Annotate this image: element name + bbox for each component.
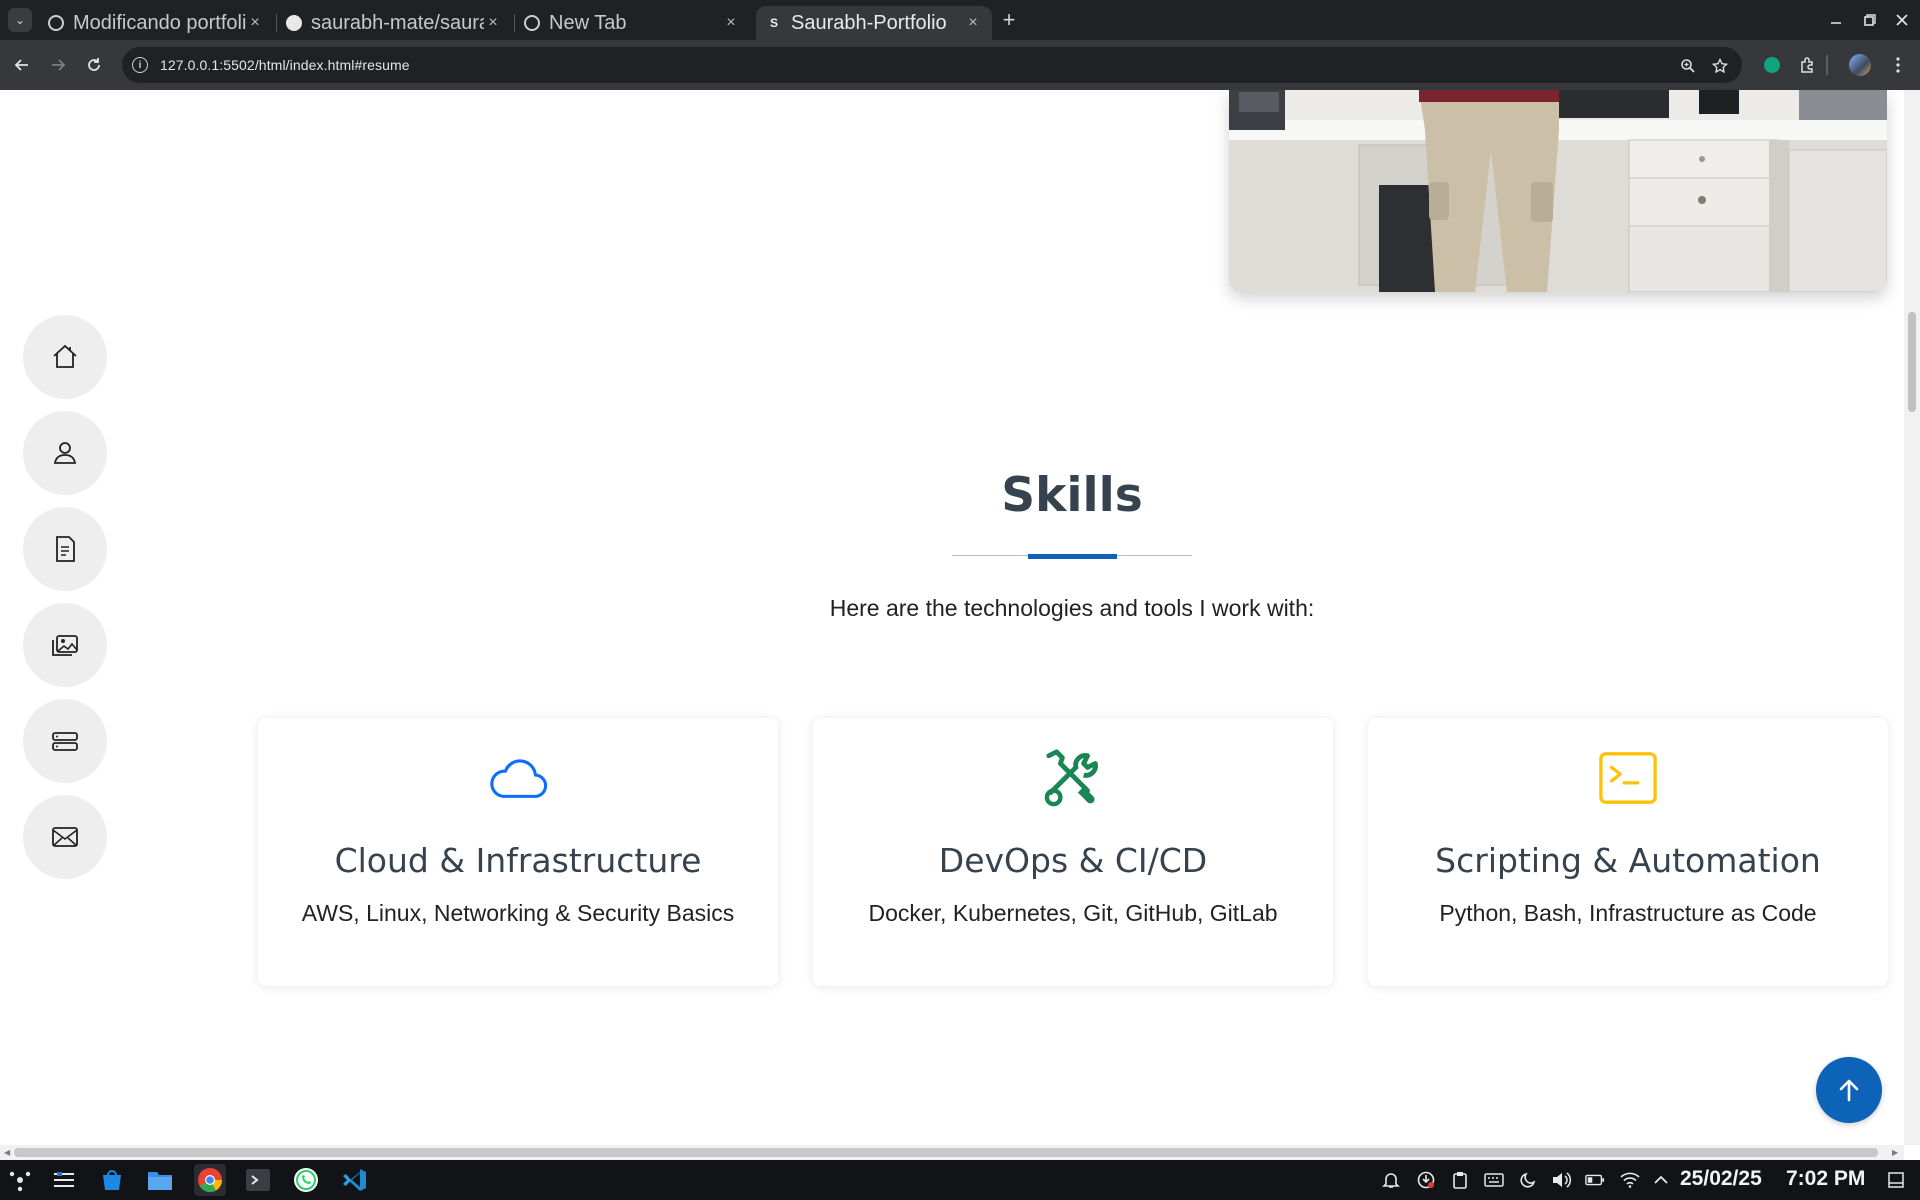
- close-window-icon[interactable]: [1888, 6, 1916, 34]
- taskbar-date[interactable]: 25/02/25: [1680, 1167, 1762, 1191]
- tab-close-icon[interactable]: ×: [722, 14, 740, 32]
- extension-gpt-icon[interactable]: [1760, 53, 1784, 77]
- file-manager-icon[interactable]: [144, 1164, 176, 1196]
- portfolio-favicon-icon: S: [769, 16, 778, 30]
- back-icon[interactable]: [10, 53, 34, 77]
- home-icon: [53, 344, 77, 368]
- tab-search-button[interactable]: ⌄: [8, 8, 32, 32]
- tab-favicon-icon: [48, 15, 64, 31]
- skill-description: Python, Bash, Infrastructure as Code: [1439, 900, 1817, 926]
- volume-icon[interactable]: [1551, 1170, 1571, 1190]
- battery-icon[interactable]: [1585, 1170, 1605, 1190]
- vscode-icon[interactable]: [338, 1164, 370, 1196]
- browser-toolbar: i 127.0.0.1:5502/html/index.html#resume: [0, 40, 1920, 90]
- side-nav-contact[interactable]: [23, 795, 107, 879]
- scroll-left-arrow-icon[interactable]: ◀: [4, 1148, 10, 1157]
- skill-card-devops: DevOps & CI/CD Docker, Kubernetes, Git, …: [813, 718, 1333, 986]
- tab-close-icon[interactable]: ×: [964, 14, 982, 32]
- minimize-icon[interactable]: [1822, 6, 1850, 34]
- side-nav-services[interactable]: [23, 699, 107, 783]
- wifi-icon[interactable]: [1620, 1170, 1640, 1190]
- skill-card-scripting: Scripting & Automation Python, Bash, Inf…: [1368, 718, 1888, 986]
- tab-close-icon[interactable]: ×: [484, 14, 502, 32]
- menu-kebab-icon[interactable]: [1886, 53, 1910, 77]
- toolbar-divider: [1826, 55, 1828, 75]
- skill-name: Scripting & Automation: [1435, 841, 1821, 880]
- tab-title: Saurabh-Portfolio: [791, 11, 947, 34]
- software-store-icon[interactable]: [96, 1164, 128, 1196]
- page-viewport: Skills Here are the technologies and too…: [0, 90, 1904, 1145]
- skills-subtitle: Here are the technologies and tools I wo…: [829, 595, 1315, 621]
- arrow-up-icon: [1839, 1079, 1859, 1102]
- horizontal-scrollbar[interactable]: ◀ ▶: [0, 1145, 1904, 1160]
- back-to-top-button[interactable]: [1816, 1057, 1882, 1123]
- skills-section-title: Skills: [1001, 468, 1143, 523]
- new-tab-button[interactable]: +: [996, 7, 1022, 33]
- server-icon: [52, 732, 78, 751]
- keyboard-icon[interactable]: [1484, 1170, 1504, 1190]
- tab-modificando[interactable]: Modificando portfolio ×: [38, 6, 274, 40]
- restore-icon[interactable]: [1856, 6, 1884, 34]
- updates-icon[interactable]: [1416, 1170, 1436, 1190]
- address-bar[interactable]: i 127.0.0.1:5502/html/index.html#resume: [122, 47, 1742, 83]
- horizontal-scrollbar-thumb[interactable]: [14, 1148, 1878, 1157]
- clipboard-icon[interactable]: [1450, 1170, 1470, 1190]
- skill-name: DevOps & CI/CD: [938, 841, 1208, 880]
- images-icon: [52, 635, 78, 656]
- tab-saurabh-portfolio[interactable]: S Saurabh-Portfolio ×: [756, 6, 992, 40]
- tab-close-icon[interactable]: ×: [246, 14, 264, 32]
- reload-icon[interactable]: [82, 53, 106, 77]
- cloud-icon: [488, 748, 548, 808]
- terminal-taskbar-icon[interactable]: [242, 1164, 274, 1196]
- person-icon: [53, 442, 77, 464]
- profile-avatar[interactable]: [1848, 53, 1872, 77]
- chrome-taskbar-icon[interactable]: [194, 1164, 226, 1196]
- profile-photo: [1229, 90, 1887, 292]
- tab-title: Modificando portfolio: [73, 11, 246, 34]
- forward-icon[interactable]: [46, 53, 70, 77]
- tools-icon: [1043, 748, 1103, 808]
- whatsapp-icon[interactable]: [290, 1164, 322, 1196]
- os-taskbar: 25/02/25 7:02 PM: [0, 1160, 1920, 1200]
- tab-title: saurabh-mate/saurabh-portfolio: [311, 11, 484, 34]
- app-launcher-icon[interactable]: [4, 1164, 36, 1196]
- vertical-scrollbar-thumb[interactable]: [1908, 312, 1916, 412]
- skill-description: Docker, Kubernetes, Git, GitHub, GitLab: [868, 900, 1278, 926]
- title-underline-accent: [1028, 554, 1117, 559]
- site-info-icon[interactable]: i: [132, 57, 148, 73]
- skill-card-cloud: Cloud & Infrastructure AWS, Linux, Netwo…: [258, 718, 778, 986]
- taskbar-time[interactable]: 7:02 PM: [1786, 1167, 1865, 1191]
- chrome-icon: [524, 15, 540, 31]
- bookmark-star-icon[interactable]: [1710, 56, 1730, 76]
- zoom-icon[interactable]: [1678, 56, 1698, 76]
- tab-github[interactable]: saurabh-mate/saurabh-portfolio ×: [276, 6, 512, 40]
- skill-description: AWS, Linux, Networking & Security Basics: [301, 900, 735, 926]
- envelope-icon: [52, 827, 78, 847]
- terminal-icon: [1598, 748, 1658, 808]
- night-light-icon[interactable]: [1518, 1170, 1538, 1190]
- tray-expand-chevron-up-icon[interactable]: [1651, 1170, 1671, 1190]
- vertical-scrollbar[interactable]: [1904, 90, 1920, 1145]
- side-nav-home[interactable]: [23, 315, 107, 399]
- extensions-puzzle-icon[interactable]: [1796, 53, 1820, 77]
- tab-new-tab[interactable]: New Tab ×: [514, 6, 750, 40]
- show-desktop-icon[interactable]: [1886, 1170, 1906, 1190]
- scroll-right-arrow-icon[interactable]: ▶: [1892, 1148, 1898, 1157]
- settings-panel-icon[interactable]: [48, 1164, 80, 1196]
- browser-tab-bar: ⌄ Modificando portfolio × saurabh-mate/s…: [0, 0, 1920, 40]
- file-text-icon: [56, 536, 75, 562]
- github-icon: [286, 15, 302, 31]
- tab-title: New Tab: [549, 11, 627, 34]
- url-text: 127.0.0.1:5502/html/index.html#resume: [160, 57, 410, 73]
- skill-name: Cloud & Infrastructure: [334, 841, 702, 880]
- notification-bell-icon[interactable]: [1381, 1170, 1401, 1190]
